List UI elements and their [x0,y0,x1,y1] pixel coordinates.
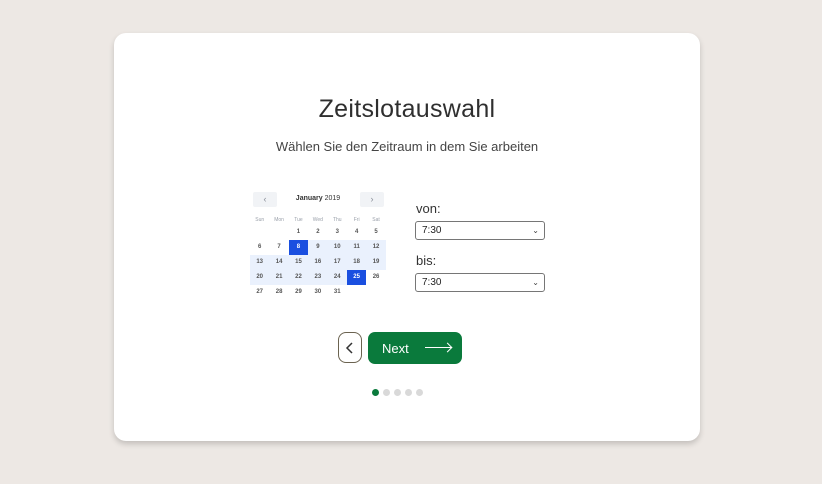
calendar-day[interactable]: 15 [288,255,309,270]
calendar-day[interactable]: 31 [328,285,347,300]
step-dot [383,389,390,396]
to-time-value: 7:30 [422,277,442,288]
weekday-header: Wed [312,217,323,223]
calendar-day[interactable]: 19 [366,255,386,270]
page-subtitle: Wählen Sie den Zeitraum in dem Sie arbei… [275,139,539,154]
calendar-day[interactable]: 16 [308,255,328,270]
calendar-day[interactable]: 1 [289,225,308,240]
calendar-day[interactable]: 25 [346,270,367,285]
calendar-empty-cell [250,225,269,240]
chevron-down-icon: ⌄ [532,278,539,287]
wizard-card: Zeitslotauswahl Wählen Sie den Zeitraum … [114,33,700,441]
calendar-grid: Sun Mon Tue Wed Thu Fri Sat 1 2 3 4 5 6 7 8 9 10 11 12 13 14… [250,215,386,300]
next-button[interactable]: Next [368,332,462,364]
calendar-day[interactable]: 27 [250,285,269,300]
page-title: Zeitslotauswahl [318,95,496,123]
calendar-day[interactable]: 12 [366,240,386,255]
calendar-day[interactable]: 24 [327,270,347,285]
calendar-day[interactable]: 5 [366,225,385,240]
calendar-day[interactable]: 17 [327,255,347,270]
weekday-header: Sat [372,217,380,223]
calendar-empty-cell [269,225,288,240]
step-dot [405,389,412,396]
from-label: von: [416,201,441,216]
chevron-down-icon: ⌄ [532,226,539,235]
calendar-day[interactable]: 8 [288,240,309,255]
calendar-day[interactable]: 7 [269,240,288,255]
calendar-day[interactable]: 22 [288,270,309,285]
calendar-day[interactable]: 20 [250,270,270,285]
calendar-day[interactable]: 30 [308,285,327,300]
calendar-day[interactable]: 28 [269,285,288,300]
weekday-header: Thu [332,217,342,223]
step-dot [416,389,423,396]
calendar-day[interactable]: 14 [269,255,289,270]
calendar-day[interactable]: 29 [289,285,308,300]
chevron-left-icon [345,341,353,354]
chevron-right-icon: › [370,194,374,204]
from-time-value: 7:30 [422,225,442,236]
next-month-button[interactable]: › [360,192,384,207]
next-button-label: Next [382,340,409,356]
calendar-day[interactable]: 21 [269,270,289,285]
date-range-calendar: ‹ January 2019 › Sun Mon Tue Wed Thu Fri Sat 1 2… [250,192,386,300]
calendar-day[interactable]: 23 [308,270,328,285]
calendar-day[interactable]: 13 [250,255,270,270]
calendar-day[interactable]: 2 [308,225,327,240]
weekday-header: Sun [255,217,265,223]
calendar-header: ‹ January 2019 › [250,192,386,208]
calendar-day[interactable]: 3 [328,225,347,240]
back-button[interactable] [338,332,362,363]
to-time-select[interactable]: 7:30 ⌄ [415,273,545,292]
step-indicator [372,389,423,396]
calendar-year: 2019 [324,195,341,202]
weekday-header: Mon [274,217,284,223]
calendar-day[interactable]: 9 [308,240,328,255]
calendar-month: January [295,195,323,202]
to-label: bis: [416,253,437,268]
calendar-day[interactable]: 6 [250,240,269,255]
arrow-right-icon [425,347,451,348]
step-dot [372,389,379,396]
calendar-day[interactable]: 18 [346,255,367,270]
weekday-header: Tue [294,217,303,223]
calendar-day[interactable]: 11 [346,240,367,255]
weekday-header: Fri [353,217,360,223]
calendar-day[interactable]: 26 [366,270,385,285]
step-dot [394,389,401,396]
calendar-day[interactable]: 4 [347,225,366,240]
from-time-select[interactable]: 7:30 ⌄ [415,221,545,240]
calendar-day[interactable]: 10 [327,240,347,255]
